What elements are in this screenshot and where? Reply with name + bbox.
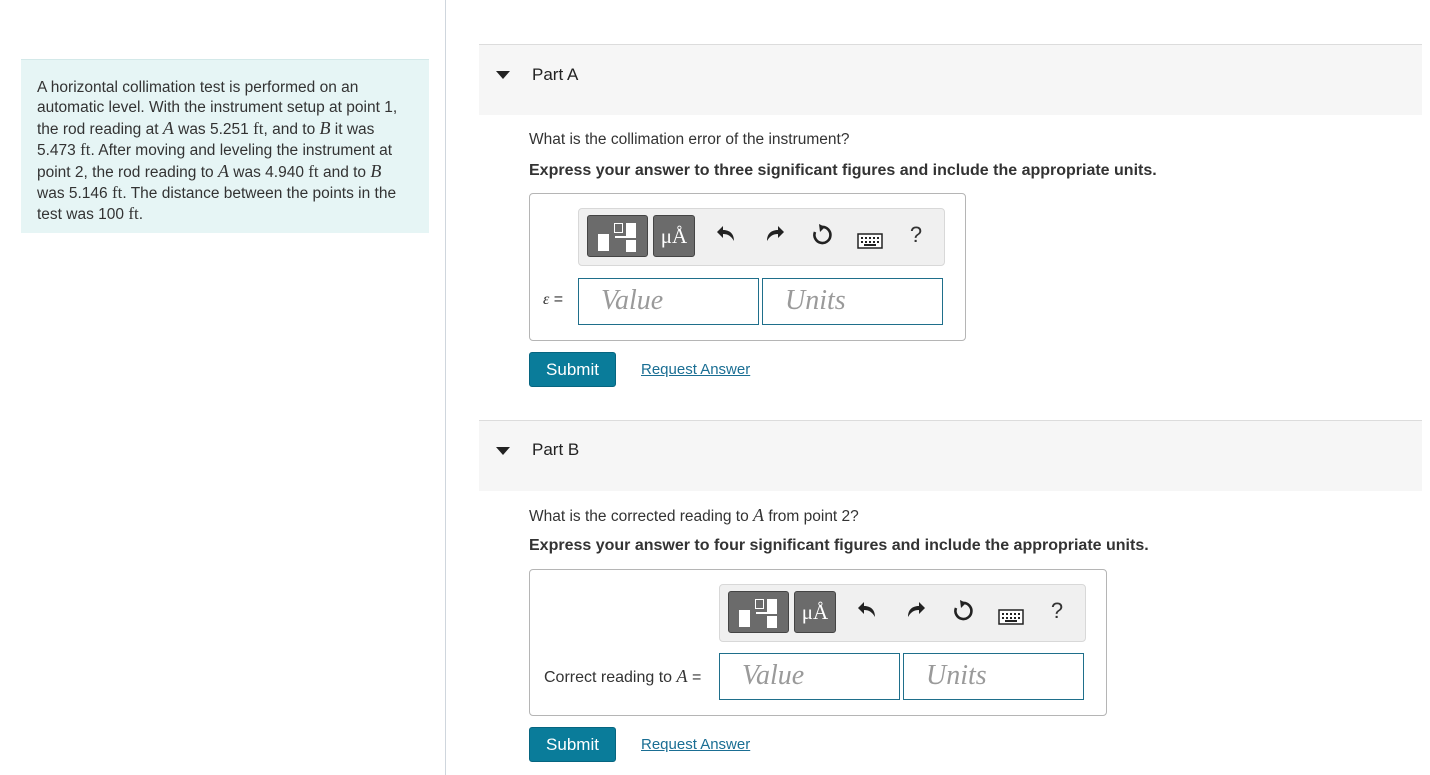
undo-icon[interactable] [853, 599, 883, 625]
question-text-end: from point 2? [764, 508, 859, 525]
problem-unit: ft [128, 204, 139, 223]
problem-text: was 5.146 [37, 185, 112, 202]
reset-icon[interactable] [948, 599, 978, 629]
units-input[interactable]: Units [762, 278, 943, 325]
keyboard-icon[interactable] [855, 229, 885, 255]
part-b-title: Part B [532, 440, 580, 459]
problem-unit: ft [111, 183, 123, 202]
part-b-answer-box: μÅ ? Correct reading to A = Value Units [529, 569, 1107, 716]
part-b-question: What is the corrected reading to A from … [529, 505, 859, 526]
problem-unit: ft [308, 162, 319, 181]
value-input[interactable]: Value [719, 653, 900, 700]
part-a-answer-box: μÅ ? ε = Value Units [529, 193, 966, 341]
collapse-caret-icon[interactable] [496, 71, 510, 79]
epsilon-label: ε = [543, 291, 564, 308]
question-variable: A [753, 505, 765, 525]
problem-text: , and to [263, 121, 320, 138]
part-a-request-answer-link[interactable]: Request Answer [641, 361, 750, 378]
redo-icon[interactable] [759, 223, 789, 249]
undo-icon[interactable] [712, 223, 742, 249]
column-divider [445, 0, 446, 775]
question-text: What is the collimation error of the ins… [529, 131, 850, 148]
question-text: What is the corrected reading to [529, 508, 754, 525]
reset-icon[interactable] [807, 223, 837, 253]
math-toolbar: μÅ ? [578, 208, 945, 266]
problem-unit: ft [80, 140, 91, 159]
correct-reading-label: Correct reading to A = [544, 666, 702, 686]
units-icon[interactable]: μÅ [794, 591, 836, 633]
problem-variable: B [319, 118, 331, 138]
problem-variable: A [217, 161, 229, 181]
units-input[interactable]: Units [903, 653, 1084, 700]
part-a-instruction: Express your answer to three significant… [529, 162, 1157, 179]
part-b-header[interactable]: Part B [479, 420, 1422, 491]
problem-unit: ft [253, 119, 264, 138]
templates-icon[interactable] [587, 215, 648, 257]
problem-statement: A horizontal collimation test is perform… [21, 59, 429, 233]
keyboard-icon[interactable] [996, 605, 1026, 631]
math-toolbar: μÅ ? [719, 584, 1086, 642]
help-icon[interactable]: ? [1047, 598, 1067, 624]
units-icon[interactable]: μÅ [653, 215, 695, 257]
problem-text: and to [318, 164, 371, 181]
part-a-header[interactable]: Part A [479, 44, 1422, 115]
help-icon[interactable]: ? [906, 222, 926, 248]
part-a-submit-button[interactable]: Submit [529, 352, 616, 387]
part-a-title: Part A [532, 65, 579, 84]
problem-variable: B [370, 161, 382, 181]
collapse-caret-icon[interactable] [496, 447, 510, 455]
problem-text: was 4.940 [228, 164, 309, 181]
problem-text: was 5.251 [173, 121, 254, 138]
value-input[interactable]: Value [578, 278, 759, 325]
part-b-submit-button[interactable]: Submit [529, 727, 616, 762]
templates-icon[interactable] [728, 591, 789, 633]
redo-icon[interactable] [900, 599, 930, 625]
part-b-request-answer-link[interactable]: Request Answer [641, 736, 750, 753]
part-a-question: What is the collimation error of the ins… [529, 131, 849, 149]
problem-text: . [138, 206, 144, 223]
part-b-instruction: Express your answer to four significant … [529, 537, 1149, 554]
problem-variable: A [162, 118, 174, 138]
